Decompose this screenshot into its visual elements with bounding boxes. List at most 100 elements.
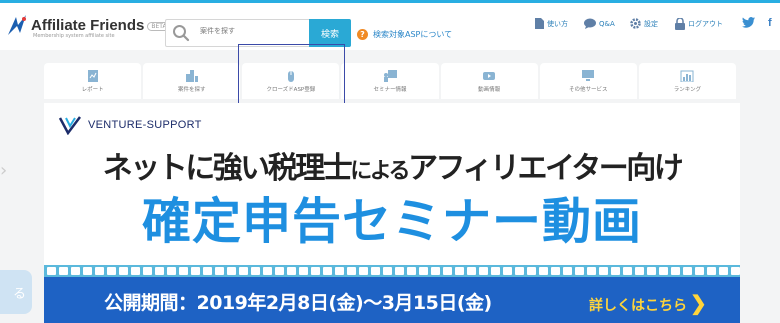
brand-tagline: Membership system affiliate site: [33, 33, 115, 39]
question-icon: ?: [357, 29, 368, 40]
film-hole: [659, 267, 668, 275]
nav-item-other[interactable]: その他サービス: [539, 63, 637, 99]
film-hole: [47, 267, 56, 275]
film-hole: [611, 267, 620, 275]
howto-label: 使い方: [547, 19, 568, 28]
seminar-banner[interactable]: VENTURE-SUPPORT ネットに強い税理士によるアフィリエイター向け 確…: [44, 103, 740, 323]
site-logo[interactable]: Affiliate Friends BETA Membership system…: [6, 13, 171, 39]
search-input[interactable]: [200, 27, 300, 35]
film-hole: [503, 267, 512, 275]
details-label: 詳しくはこちら: [589, 298, 687, 314]
film-hole: [647, 267, 656, 275]
facebook-icon[interactable]: f: [768, 17, 772, 29]
film-hole: [311, 267, 320, 275]
document-icon: [535, 18, 544, 29]
venture-support-logo: VENTURE-SUPPORT: [58, 115, 202, 135]
film-hole: [491, 267, 500, 275]
film-hole: [407, 267, 416, 275]
film-hole: [479, 267, 488, 275]
film-hole: [683, 267, 692, 275]
film-hole: [551, 267, 560, 275]
brand-name: Affiliate Friends: [31, 17, 145, 34]
banner-headline: ネットに強い税理士によるアフィリエイター向け: [44, 143, 740, 187]
film-hole: [431, 267, 440, 275]
headline-part4: アフィリエイター向け: [408, 151, 684, 186]
film-hole: [95, 267, 104, 275]
film-hole: [335, 267, 344, 275]
film-hole: [563, 267, 572, 275]
film-hole: [347, 267, 356, 275]
nav-label-report: レポート: [81, 86, 104, 93]
nav-label-ranking: ランキング: [673, 86, 702, 93]
film-hole: [371, 267, 380, 275]
top-header: Affiliate Friends BETA Membership system…: [0, 0, 780, 50]
film-hole: [671, 267, 680, 275]
nav-label-closed-asp: クローズドASP登録: [266, 86, 316, 93]
film-hole: [455, 267, 464, 275]
nav-item-closed-asp[interactable]: クローズドASP登録: [242, 63, 340, 99]
search-icon: [173, 25, 190, 42]
banner-title: 確定申告セミナー動画: [141, 193, 642, 250]
film-hole: [179, 267, 188, 275]
film-hole: [275, 267, 284, 275]
nav-item-ranking[interactable]: ランキング: [638, 63, 736, 99]
film-hole: [191, 267, 200, 275]
nav-item-seminar[interactable]: セミナー情報: [341, 63, 439, 99]
film-hole: [263, 267, 272, 275]
search-button[interactable]: 検索: [309, 19, 351, 47]
main-nav: レポート 案件を探す クローズドASP登録 セミナー情報 動画情報 その他サービ…: [44, 63, 736, 99]
film-hole: [227, 267, 236, 275]
film-hole: [731, 267, 740, 275]
twitter-icon[interactable]: [742, 17, 755, 31]
nav-label-other: その他サービス: [569, 86, 608, 93]
nav-item-search[interactable]: 案件を探す: [143, 63, 241, 99]
film-strip: [44, 265, 740, 277]
headline-part1: ネットに: [102, 151, 216, 186]
film-hole: [167, 267, 176, 275]
howto-link[interactable]: 使い方: [535, 18, 568, 29]
nav-item-report[interactable]: レポート: [44, 63, 142, 99]
search-box: 検索: [165, 19, 351, 47]
chart-icon: [680, 70, 694, 82]
chat-icon: [584, 18, 596, 29]
film-hole: [719, 267, 728, 275]
film-hole: [635, 267, 644, 275]
settings-link[interactable]: 設定: [630, 18, 658, 29]
nav-label-video: 動画情報: [478, 86, 501, 93]
nav-label-search: 案件を探す: [177, 86, 206, 93]
asp-info-link[interactable]: ? 検索対象ASPについて: [357, 29, 452, 40]
logout-link[interactable]: ログアウト: [675, 18, 723, 30]
film-hole: [587, 267, 596, 275]
film-hole: [467, 267, 476, 275]
nav-item-video[interactable]: 動画情報: [440, 63, 538, 99]
film-hole: [215, 267, 224, 275]
logout-label: ログアウト: [688, 20, 723, 28]
film-hole: [527, 267, 536, 275]
film-hole: [623, 267, 632, 275]
film-hole: [119, 267, 128, 275]
headline-part3: による: [350, 159, 410, 184]
carousel-prev-icon[interactable]: ›: [0, 160, 7, 181]
lock-icon: [675, 18, 685, 30]
mouse-icon: [287, 70, 294, 82]
film-hole: [395, 267, 404, 275]
film-hole: [143, 267, 152, 275]
vs-brand: VENTURE-SUPPORT: [88, 119, 202, 131]
film-hole: [443, 267, 452, 275]
film-hole: [515, 267, 524, 275]
film-hole: [707, 267, 716, 275]
film-hole: [131, 267, 140, 275]
film-hole: [251, 267, 260, 275]
vs-logo-icon: [58, 116, 81, 135]
qa-link[interactable]: Q&A: [584, 18, 615, 29]
chevron-right-icon: ❯: [690, 293, 707, 315]
film-hole: [599, 267, 608, 275]
seminar-icon: [383, 69, 397, 82]
film-hole: [59, 267, 68, 275]
film-hole: [575, 267, 584, 275]
headline-part2: 強い税理士: [212, 151, 353, 186]
details-link[interactable]: 詳しくはこちら ❯: [589, 291, 707, 316]
side-tab[interactable]: る: [0, 270, 32, 314]
logo-mark-icon: [8, 15, 26, 35]
film-hole: [71, 267, 80, 275]
